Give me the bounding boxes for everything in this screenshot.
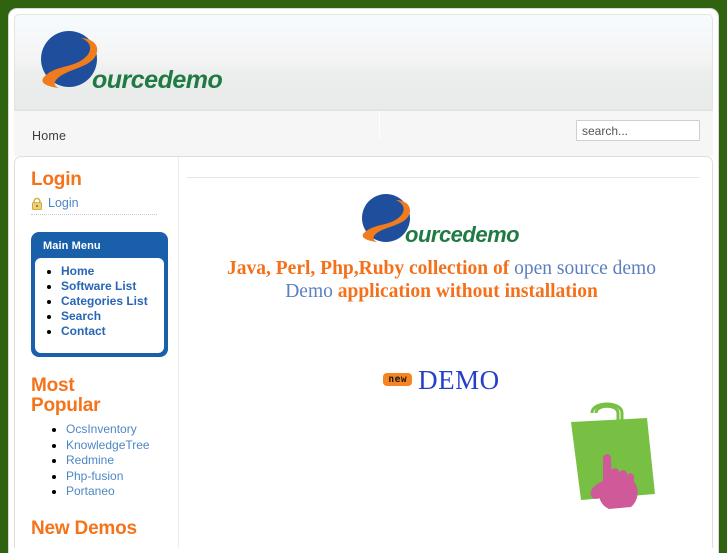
sidebar-item-search-label[interactable]: Search: [61, 309, 101, 323]
sidebar-item-contact[interactable]: Contact: [61, 324, 160, 338]
list-item[interactable]: Portaneo: [66, 484, 178, 500]
site-logo-link[interactable]: ourcedemo: [32, 28, 242, 98]
most-popular-list: OcsInventory KnowledgeTree Redmine Php-f…: [31, 422, 178, 500]
tagline-line1-part2: open source demo: [514, 258, 656, 279]
navigation-bar: Home: [14, 110, 713, 156]
tagline: Java, Perl, Php,Ruby collection of open …: [179, 257, 704, 303]
sourcedemo-swoosh-logo: ourcedemo: [41, 31, 223, 94]
sidebar-item-home-label[interactable]: Home: [61, 264, 94, 278]
popular-item-portaneo[interactable]: Portaneo: [66, 484, 115, 498]
nav-divider-tick-lower: [379, 133, 380, 139]
sidebar-item-contact-label[interactable]: Contact: [61, 324, 106, 338]
popular-item-knowledgetree[interactable]: KnowledgeTree: [66, 438, 150, 452]
new-demos-heading: New Demos: [31, 517, 137, 539]
sidebar-item-software-list-label[interactable]: Software List: [61, 279, 136, 293]
new-badge: new: [383, 373, 413, 386]
login-link-row[interactable]: Login: [31, 196, 157, 215]
list-item[interactable]: Redmine: [66, 453, 178, 469]
login-module-heading: Login: [31, 169, 82, 190]
hero-logo: ourcedemo: [354, 192, 554, 254]
main-divider-rule: [187, 177, 700, 178]
page-shell: ourcedemo Home Login Login Main Menu: [8, 8, 719, 553]
sourcedemo-swoosh-logo: ourcedemo: [362, 194, 520, 247]
breadcrumb[interactable]: Home: [32, 129, 66, 143]
main-menu-module: Main Menu Home Software List Categories …: [31, 232, 168, 357]
main-menu-list: Home Software List Categories List Searc…: [39, 264, 160, 338]
list-item[interactable]: Php-fusion: [66, 469, 178, 485]
popular-item-php-fusion[interactable]: Php-fusion: [66, 469, 123, 483]
site-header: ourcedemo: [14, 14, 713, 110]
tagline-line1-part1: Java, Perl, Php,Ruby collection of: [227, 258, 515, 279]
main-column: ourcedemo Java, Perl, Php,Ruby collectio…: [179, 157, 712, 548]
sidebar-item-software-list[interactable]: Software List: [61, 279, 160, 293]
sidebar-item-categories-list-label[interactable]: Categories List: [61, 294, 148, 308]
sidebar-item-home[interactable]: Home: [61, 264, 160, 278]
demo-badge-row: new DEMO: [179, 365, 704, 396]
nav-divider-tick: [379, 111, 380, 131]
shopping-bag-with-pointing-hand-icon: [559, 397, 679, 512]
search-input[interactable]: [576, 120, 700, 141]
list-item[interactable]: OcsInventory: [66, 422, 178, 438]
popular-item-ocsinventory[interactable]: OcsInventory: [66, 422, 137, 436]
tagline-line2-part2: application without installation: [337, 281, 598, 302]
most-popular-heading: Most Popular: [31, 375, 101, 416]
popular-item-redmine[interactable]: Redmine: [66, 453, 114, 467]
main-menu-body: Home Software List Categories List Searc…: [35, 258, 164, 353]
sidebar-item-search[interactable]: Search: [61, 309, 160, 323]
login-link[interactable]: Login: [48, 196, 79, 210]
sidebar: Login Login Main Menu Home Software: [15, 157, 179, 548]
logo-wordmark: ourcedemo: [92, 66, 222, 94]
tagline-line2-part1: Demo: [285, 281, 338, 302]
content-panel: Login Login Main Menu Home Software: [14, 156, 713, 548]
list-item[interactable]: KnowledgeTree: [66, 438, 178, 454]
sidebar-item-categories-list[interactable]: Categories List: [61, 294, 160, 308]
main-menu-title: Main Menu: [43, 240, 101, 252]
padlock-icon: [32, 197, 42, 210]
demo-heading: DEMO: [418, 365, 500, 395]
hero-logo-wordmark: ourcedemo: [405, 222, 519, 247]
